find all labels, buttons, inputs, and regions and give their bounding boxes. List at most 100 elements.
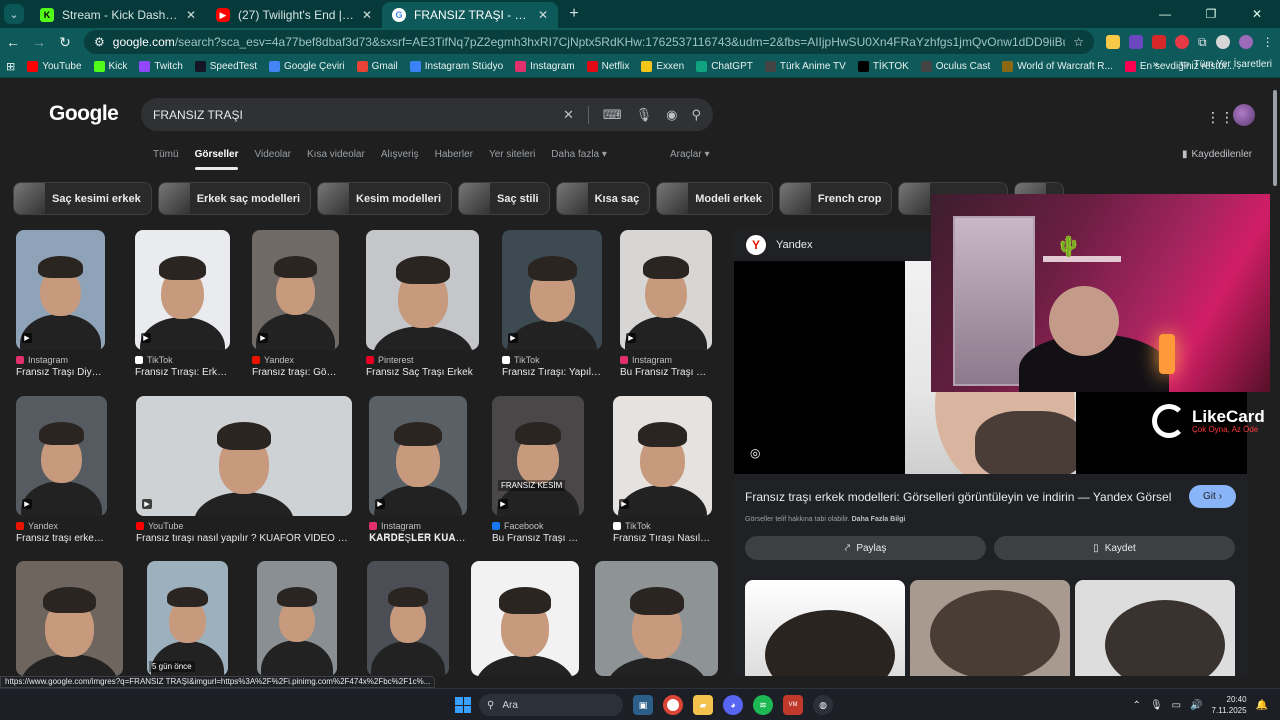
- tab-shopping[interactable]: Alışveriş: [381, 149, 419, 160]
- tab-news[interactable]: Haberler: [435, 149, 473, 160]
- share-button[interactable]: ⤤ Paylaş: [745, 536, 986, 560]
- result-source[interactable]: Yandex: [16, 521, 107, 531]
- bookmark-item[interactable]: ChatGPT: [696, 61, 753, 72]
- extension-icon[interactable]: [1175, 35, 1189, 49]
- result-caption[interactable]: Fransız Tıraşı Nasıl Y...: [613, 533, 712, 544]
- tab-videos[interactable]: Videolar: [254, 149, 291, 160]
- result-source[interactable]: Facebook: [492, 521, 584, 531]
- new-tab-button[interactable]: +: [562, 2, 586, 26]
- search-chip[interactable]: Saç stili: [458, 182, 550, 215]
- bookmark-item[interactable]: Google Çeviri: [269, 61, 345, 72]
- google-logo[interactable]: Google: [49, 102, 119, 126]
- result-source[interactable]: YouTube: [136, 521, 352, 531]
- tab-more[interactable]: Daha fazla ▾: [551, 149, 607, 160]
- image-result[interactable]: Pinterest Fransız Saç Traşı Erkek: [366, 230, 479, 378]
- search-chip[interactable]: Saç kesimi erkek: [13, 182, 152, 215]
- tab-google[interactable]: G FRANSIZ TRAŞI - Google'da Ara ✕: [382, 2, 558, 28]
- menu-icon[interactable]: ⋮: [1262, 35, 1274, 49]
- tab-search-button[interactable]: ⌄: [4, 4, 24, 24]
- search-chip[interactable]: Erkek saç modelleri: [157, 182, 312, 215]
- tab-kick[interactable]: K Stream - Kick Dashboard ✕: [30, 2, 206, 28]
- result-caption[interactable]: Fransız Traşı Diyorl...: [16, 367, 105, 378]
- sidebar-icon[interactable]: [1215, 35, 1230, 49]
- search-icon[interactable]: ⚲: [691, 107, 701, 123]
- account-avatar[interactable]: [1233, 104, 1255, 126]
- lens-icon[interactable]: ◉: [666, 107, 677, 123]
- image-result[interactable]: [257, 561, 337, 676]
- mic-icon[interactable]: 🎙: [1150, 700, 1163, 711]
- close-icon[interactable]: ✕: [186, 8, 196, 22]
- related-image[interactable]: [745, 580, 905, 676]
- bookmark-item[interactable]: YouTube: [27, 61, 82, 72]
- result-source[interactable]: Instagram: [16, 355, 105, 365]
- forward-button[interactable]: →: [26, 29, 52, 55]
- result-thumbnail[interactable]: [367, 561, 449, 676]
- result-caption[interactable]: Bu Fransız Traşı Fra...: [492, 533, 584, 544]
- saved-button[interactable]: ▮ Kaydedilenler: [1182, 149, 1252, 160]
- bookmark-item[interactable]: Türk Anime TV: [764, 61, 846, 72]
- image-result[interactable]: ▶ Instagram Bu Fransız Traşı Fra...: [620, 230, 712, 378]
- page-scrollbar[interactable]: [1270, 78, 1280, 676]
- extension-icon[interactable]: [1152, 35, 1166, 49]
- extension-icon[interactable]: [1106, 35, 1120, 49]
- search-chip[interactable]: Modeli erkek: [656, 182, 773, 215]
- bookmark-item[interactable]: Instagram: [515, 61, 575, 72]
- result-thumbnail[interactable]: ▶: [252, 230, 339, 350]
- clear-icon[interactable]: ✕: [563, 107, 574, 123]
- close-icon[interactable]: ✕: [362, 8, 372, 22]
- result-thumbnail[interactable]: ▶: [369, 396, 467, 516]
- search-chip[interactable]: French crop: [778, 182, 893, 215]
- result-source[interactable]: TikTok: [613, 521, 712, 531]
- image-result[interactable]: [471, 561, 579, 676]
- volume-icon[interactable]: 🔊: [1190, 700, 1202, 711]
- minimize-button[interactable]: —: [1142, 0, 1188, 28]
- bookmark-item[interactable]: Twitch: [139, 61, 183, 72]
- result-thumbnail[interactable]: [595, 561, 718, 676]
- clock[interactable]: 20:40 7.11.2025: [1212, 694, 1247, 716]
- start-button[interactable]: [455, 697, 471, 713]
- result-caption[interactable]: Fransız Tıraşı: Erke...: [135, 367, 230, 378]
- result-thumbnail[interactable]: ▶: [620, 230, 712, 350]
- bookmark-item[interactable]: Kick: [93, 61, 127, 72]
- spotify-icon[interactable]: ≋: [753, 695, 773, 715]
- result-caption[interactable]: 𝐊𝐀𝐑𝐃𝐄Ş𝐋𝐄𝐑 𝐊𝐔𝐀𝐅Ö...: [369, 533, 467, 544]
- related-image[interactable]: [910, 580, 1070, 676]
- result-thumbnail[interactable]: ▶: [613, 396, 712, 516]
- image-result[interactable]: ▶ TikTok Fransız Tıraşı: Erke...: [135, 230, 230, 378]
- result-source[interactable]: Instagram: [620, 355, 712, 365]
- discord-icon[interactable]: ◕: [723, 695, 743, 715]
- chevron-up-icon[interactable]: ⌃: [1133, 700, 1141, 711]
- image-result[interactable]: ▶ YouTube Fransız tıraşı nasıl yapılır ? K…: [136, 396, 352, 544]
- result-source[interactable]: Yandex: [252, 355, 339, 365]
- result-thumbnail[interactable]: [366, 230, 479, 350]
- result-source[interactable]: Pinterest: [366, 355, 479, 365]
- extension-icon[interactable]: [1129, 35, 1143, 49]
- result-caption[interactable]: Bu Fransız Traşı Fra...: [620, 367, 712, 378]
- bookmark-item[interactable]: Exxen: [641, 61, 684, 72]
- tab-places[interactable]: Yer siteleri: [489, 149, 535, 160]
- result-caption[interactable]: Fransız traşı: Görsel...: [252, 367, 339, 378]
- scroll-thumb[interactable]: [1273, 90, 1277, 186]
- save-button[interactable]: ▯ Kaydet: [994, 536, 1235, 560]
- search-input[interactable]: FRANSIZ TRAŞI: [153, 108, 563, 122]
- image-result[interactable]: ▶ Instagram Fransız Traşı Diyorl...: [16, 230, 105, 378]
- visit-button[interactable]: Git ›: [1189, 485, 1236, 508]
- bookmark-item[interactable]: World of Warcraft R...: [1002, 61, 1113, 72]
- voicemeeter-icon[interactable]: VM: [783, 695, 803, 715]
- result-thumbnail[interactable]: [257, 561, 337, 676]
- tab-short-videos[interactable]: Kısa videolar: [307, 149, 365, 160]
- keyboard-icon[interactable]: ⌨: [603, 107, 622, 123]
- result-thumbnail[interactable]: 5 gün önce: [147, 561, 228, 676]
- image-result[interactable]: ▶ TikTok Fransız Tıraşı: Yapılı...: [502, 230, 602, 378]
- result-thumbnail[interactable]: ▶: [135, 230, 230, 350]
- result-thumbnail[interactable]: ▶ FRANSIZ KESİM: [492, 396, 584, 516]
- bookmark-item[interactable]: SpeedTest: [194, 61, 257, 72]
- notification-icon[interactable]: 🔔: [1256, 700, 1268, 711]
- image-result[interactable]: ▶ Yandex Fransız traşı erkek: ...: [16, 396, 107, 544]
- search-box[interactable]: FRANSIZ TRAŞI ✕ ⌨ 🎙 ◉ ⚲: [141, 98, 713, 131]
- result-caption[interactable]: Fransız traşı erkek: ...: [16, 533, 107, 544]
- result-caption[interactable]: Fransız tıraşı nasıl yapılır ? KUAFÖR Vİ…: [136, 533, 352, 544]
- chrome-icon[interactable]: [663, 695, 683, 715]
- tab-youtube[interactable]: ▶ (27) Twilight's End | 2025 Seas… ✕: [206, 2, 382, 28]
- bookmark-star-icon[interactable]: ☆: [1073, 35, 1084, 49]
